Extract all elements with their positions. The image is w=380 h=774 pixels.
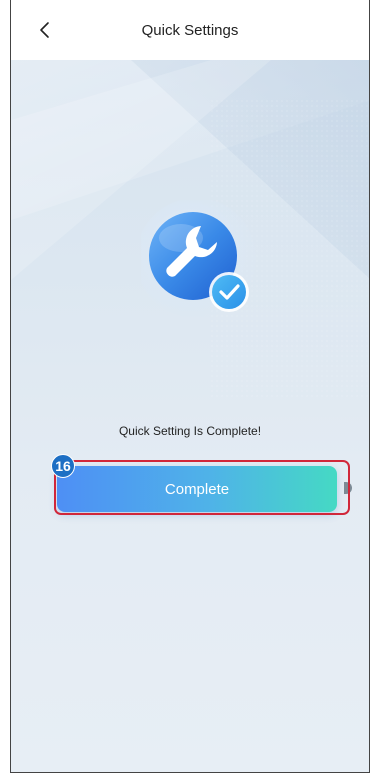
back-button[interactable] bbox=[33, 18, 57, 42]
phone-screen: Quick Settings Quick Setting Is Complete… bbox=[10, 0, 370, 773]
completion-message: Quick Setting Is Complete! bbox=[118, 424, 262, 438]
page-title: Quick Settings bbox=[141, 21, 239, 39]
step-badge: 16 bbox=[51, 454, 75, 478]
checkmark-icon bbox=[209, 272, 249, 312]
side-handle bbox=[344, 482, 352, 494]
completion-illustration bbox=[136, 198, 259, 324]
top-navigation-bar: Quick Settings bbox=[11, 0, 369, 60]
complete-button[interactable]: Complete bbox=[57, 466, 337, 512]
chevron-left-icon bbox=[40, 22, 49, 38]
